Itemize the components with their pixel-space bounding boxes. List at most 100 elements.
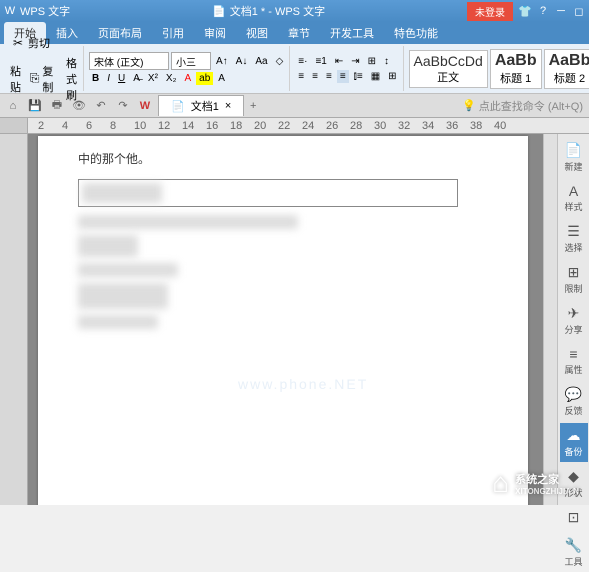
sidepanel-分享[interactable]: ✈分享 [560, 301, 588, 340]
page-watermark: www.phone.NET [238, 376, 368, 392]
tab-button[interactable]: ⊞ [365, 55, 379, 68]
shirt-icon[interactable]: 👕 [519, 5, 531, 17]
redo-icon[interactable]: ↷ [114, 97, 132, 115]
style-标题 2[interactable]: AaBb标题 2 [544, 49, 589, 89]
doc-title: 文档1 * - WPS 文字 [230, 3, 325, 19]
sort-button[interactable]: ↕ [381, 55, 392, 68]
menu-tab-3[interactable]: 引用 [152, 22, 194, 44]
scissors-icon: ✂ [10, 35, 26, 51]
document-tabs-bar: ⌂ 💾 🖶 👁 ↶ ↷ W 📄 文档1 × + 💡 点此查找命令 (Alt+Q) [0, 94, 589, 118]
font-size-select[interactable]: 小三 [171, 52, 211, 70]
help-icon[interactable]: ? [537, 5, 549, 17]
sidepanel-限制[interactable]: ⊞限制 [560, 260, 588, 299]
minimize-icon[interactable]: ─ [555, 5, 567, 17]
app-name: WPS 文字 [20, 3, 70, 19]
align-justify-button[interactable]: ≡ [337, 70, 349, 83]
app-brand: W WPS 文字 [4, 3, 70, 19]
ribbon: ✂剪切 粘贴 ⎘复制 格式刷 宋体 (正文) 小三 A↑ A↓ Aa ◇ B I… [0, 44, 589, 94]
vertical-ruler[interactable] [0, 134, 28, 505]
restore-icon[interactable]: ◻ [573, 5, 585, 17]
login-button[interactable]: 未登录 [467, 2, 513, 21]
sidepanel-新建[interactable]: 📄新建 [560, 138, 588, 177]
image-watermark: ⌂ 系统之家 XITONGZHIJIA.N [492, 467, 579, 499]
title-center: 📄 文档1 * - WPS 文字 [70, 3, 467, 19]
command-search[interactable]: 💡 点此查找命令 (Alt+Q) [456, 98, 589, 114]
side-panel: 📄新建A样式☰选择⊞限制✈分享≡属性💬反馈☁备份◆形状⊡🔧工具 [557, 134, 589, 505]
line-spacing-button[interactable]: ⫾≡ [351, 70, 366, 83]
body-text[interactable]: 中的那个他。 [78, 150, 488, 167]
sidepanel-样式[interactable]: A样式 [560, 179, 588, 217]
menu-tab-8[interactable]: 特色功能 [384, 22, 448, 44]
menu-tab-6[interactable]: 章节 [278, 22, 320, 44]
document-tab[interactable]: 📄 文档1 × [158, 95, 244, 116]
font-name-select[interactable]: 宋体 (正文) [89, 52, 169, 70]
font-group: 宋体 (正文) 小三 A↑ A↓ Aa ◇ B I U A̶ X² X₂ A a… [86, 46, 290, 91]
indent-inc-button[interactable]: ⇥ [348, 55, 362, 68]
new-tab-button[interactable]: + [244, 97, 262, 115]
highlight-button[interactable]: ab [196, 72, 213, 85]
indent-dec-button[interactable]: ⇤ [332, 55, 346, 68]
styles-group: AaBbCcDd正文AaBb标题 1AaBb标题 2 [406, 46, 589, 91]
redacted-text [78, 315, 158, 329]
redacted-text [78, 263, 178, 277]
redacted-text [78, 283, 168, 309]
style-正文[interactable]: AaBbCcDd正文 [409, 50, 488, 88]
numbering-button[interactable]: ≡1 [312, 55, 329, 68]
menu-bar: 开始插入页面布局引用审阅视图章节开发工具特色功能 [0, 22, 589, 44]
italic-button[interactable]: I [104, 72, 113, 85]
redacted-text [78, 215, 298, 229]
grow-font-button[interactable]: A↑ [213, 55, 231, 68]
editor-viewport: 中的那个他。 www.phone.NET [28, 134, 543, 505]
horizontal-ruler[interactable]: 246810121416182022242628303234363840 [0, 118, 589, 134]
paste-button[interactable]: 粘贴 [7, 62, 24, 96]
home-icon[interactable]: ⌂ [4, 97, 22, 115]
redacted-text [78, 235, 138, 257]
close-tab-icon[interactable]: × [225, 100, 231, 112]
menu-tab-5[interactable]: 视图 [236, 22, 278, 44]
change-case-button[interactable]: Aa [252, 55, 270, 68]
app-icon: W [4, 5, 16, 17]
wps-icon[interactable]: W [136, 97, 154, 115]
copy-button[interactable]: ⎘复制 [26, 62, 61, 96]
doc-tab-icon: 📄 [171, 100, 185, 113]
doc-tab-label: 文档1 [191, 98, 219, 114]
save-icon[interactable]: 💾 [26, 97, 44, 115]
cut-button[interactable]: ✂剪切 [7, 34, 53, 52]
text-frame[interactable] [78, 179, 458, 207]
menu-tab-7[interactable]: 开发工具 [320, 22, 384, 44]
sidepanel-反馈[interactable]: 💬反馈 [560, 382, 588, 421]
text-effect-button[interactable]: A [215, 72, 228, 85]
menu-tab-2[interactable]: 页面布局 [88, 22, 152, 44]
font-color-button[interactable]: A [181, 72, 194, 85]
bold-button[interactable]: B [89, 72, 102, 85]
sidepanel-工具[interactable]: 🔧工具 [560, 533, 588, 572]
preview-icon[interactable]: 👁 [70, 97, 88, 115]
strike-button[interactable]: A̶ [130, 72, 143, 85]
align-left-button[interactable]: ≡ [295, 70, 307, 83]
paragraph-group: ≡· ≡1 ⇤ ⇥ ⊞ ↕ ≡ ≡ ≡ ≡ ⫾≡ ▦ ⊞ [292, 46, 403, 91]
menu-tab-4[interactable]: 审阅 [194, 22, 236, 44]
sidepanel-选择[interactable]: ☰选择 [560, 219, 588, 258]
subscript-button[interactable]: X₂ [163, 72, 180, 85]
sidepanel-属性[interactable]: ≡属性 [560, 342, 588, 380]
align-center-button[interactable]: ≡ [309, 70, 321, 83]
style-标题 1[interactable]: AaBb标题 1 [490, 49, 542, 89]
sidepanel-item9[interactable]: ⊡ [560, 505, 588, 531]
underline-button[interactable]: U [115, 72, 128, 85]
bulb-icon: 💡 [462, 99, 476, 112]
clear-format-button[interactable]: ◇ [273, 55, 287, 68]
shrink-font-button[interactable]: A↓ [233, 55, 251, 68]
vertical-scrollbar[interactable] [543, 134, 557, 505]
copy-icon: ⎘ [29, 71, 40, 87]
align-right-button[interactable]: ≡ [323, 70, 335, 83]
title-bar: W WPS 文字 📄 文档1 * - WPS 文字 未登录 👕 ? ─ ◻ [0, 0, 589, 22]
print-icon[interactable]: 🖶 [48, 97, 66, 115]
borders-button[interactable]: ⊞ [385, 70, 399, 83]
shading-button[interactable]: ▦ [368, 70, 383, 83]
clipboard-group: ✂剪切 粘贴 ⎘复制 格式刷 [4, 46, 84, 91]
document-page[interactable]: 中的那个他。 www.phone.NET [38, 136, 528, 505]
undo-icon[interactable]: ↶ [92, 97, 110, 115]
superscript-button[interactable]: X² [145, 72, 161, 85]
sidepanel-备份[interactable]: ☁备份 [560, 423, 588, 462]
bullets-button[interactable]: ≡· [295, 55, 310, 68]
